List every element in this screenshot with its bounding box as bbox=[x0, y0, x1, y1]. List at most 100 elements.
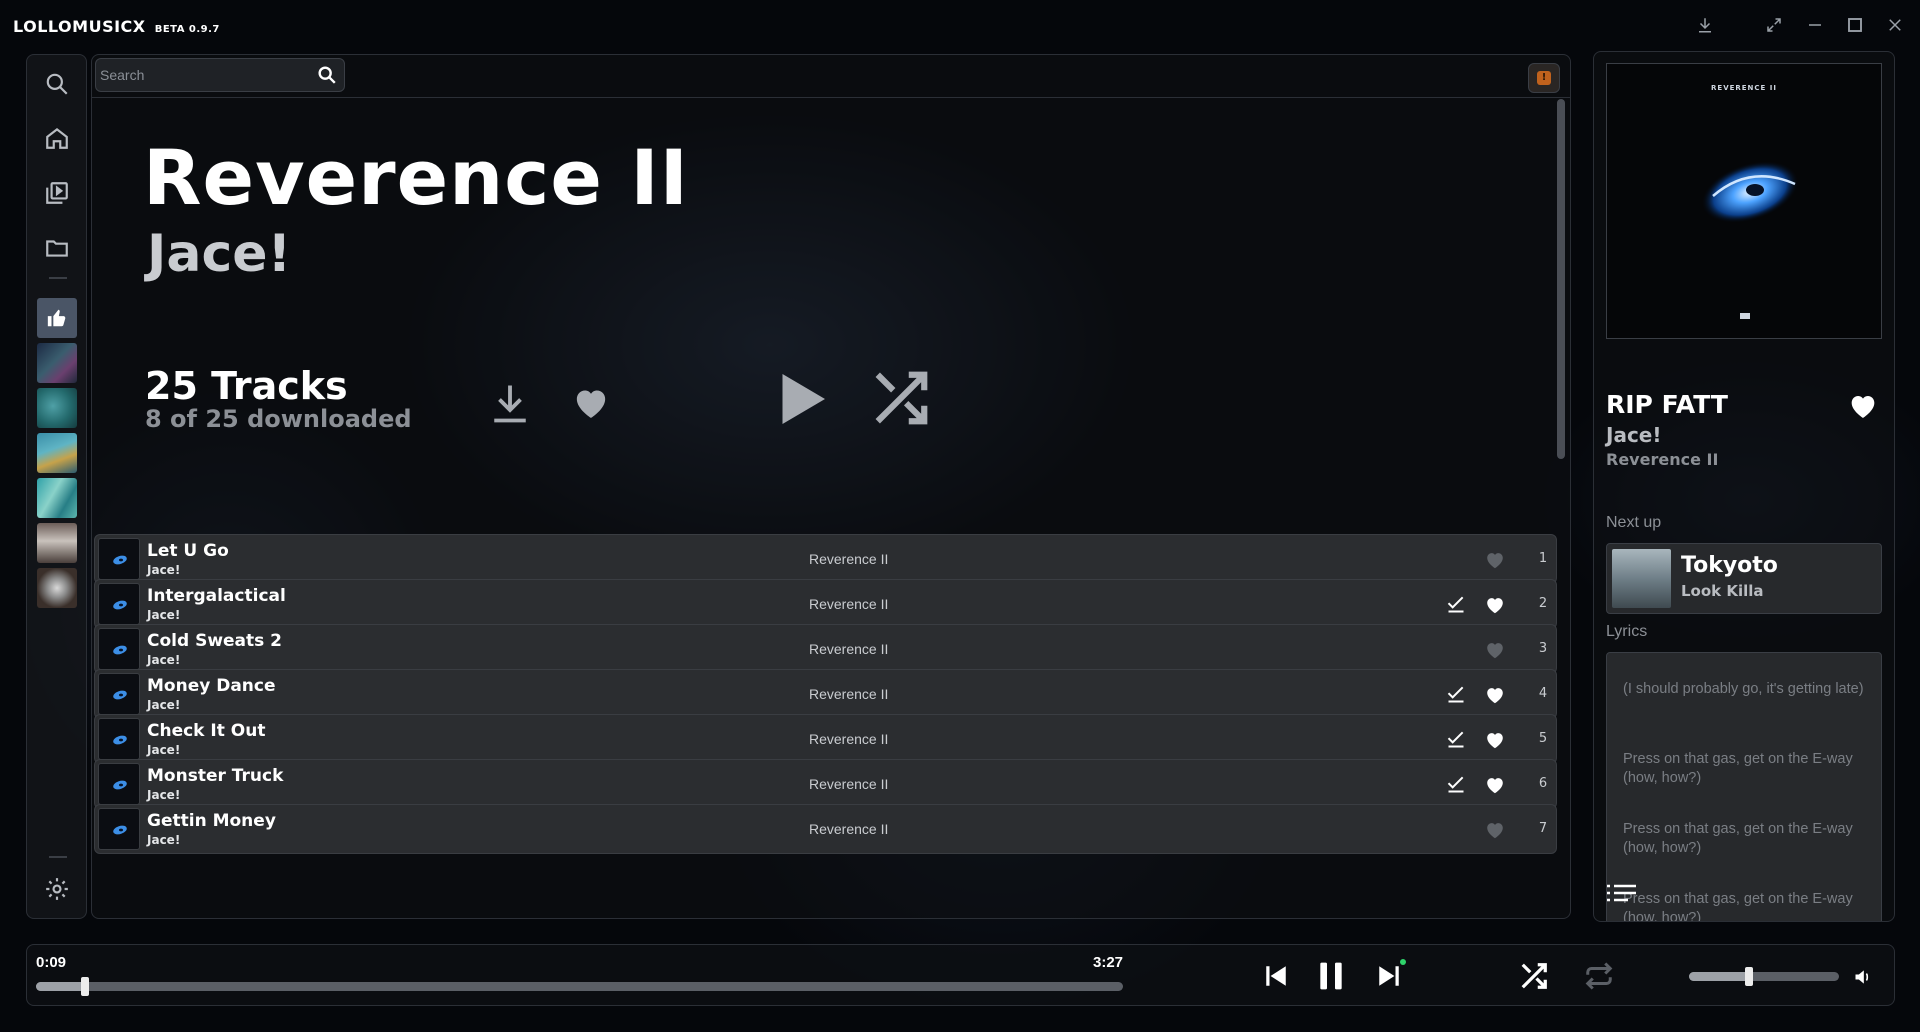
track-artist[interactable]: Jace! bbox=[147, 833, 180, 847]
folder-icon[interactable] bbox=[42, 233, 72, 263]
track-like-button[interactable] bbox=[1484, 549, 1506, 571]
notification-button[interactable]: ! bbox=[1528, 63, 1560, 93]
now-playing-album[interactable]: Reverence II bbox=[1606, 450, 1718, 469]
playlist-thumb-4[interactable] bbox=[37, 433, 77, 473]
track-row[interactable]: Let U Go Jace! Reverence II 1 bbox=[94, 534, 1557, 584]
track-like-button[interactable] bbox=[1484, 594, 1506, 616]
track-artist[interactable]: Jace! bbox=[147, 563, 180, 577]
alert-badge: ! bbox=[1537, 71, 1551, 85]
track-artist[interactable]: Jace! bbox=[147, 788, 180, 802]
track-artist[interactable]: Jace! bbox=[147, 698, 180, 712]
home-icon[interactable] bbox=[42, 123, 72, 153]
playlist-thumb-2[interactable] bbox=[37, 343, 77, 383]
heart-icon bbox=[1487, 688, 1503, 704]
track-like-button[interactable] bbox=[1484, 774, 1506, 796]
downloaded-check-icon bbox=[1446, 774, 1466, 794]
track-album[interactable]: Reverence II bbox=[809, 731, 888, 747]
track-album[interactable]: Reverence II bbox=[809, 596, 888, 612]
next-up-label: Next up bbox=[1606, 514, 1662, 531]
track-artist[interactable]: Jace! bbox=[147, 653, 180, 667]
track-like-button[interactable] bbox=[1484, 729, 1506, 751]
track-album[interactable]: Reverence II bbox=[809, 551, 888, 567]
track-title: Intergalactical bbox=[147, 586, 286, 606]
track-album[interactable]: Reverence II bbox=[809, 641, 888, 657]
lyric-line: Press on that gas, get on the E-way (how… bbox=[1623, 891, 1853, 922]
next-up-card[interactable]: Tokyoto Look Killa bbox=[1606, 543, 1882, 614]
track-artist[interactable]: Jace! bbox=[147, 608, 180, 622]
close-icon[interactable] bbox=[1882, 12, 1908, 38]
seek-handle[interactable] bbox=[80, 977, 89, 996]
shuffle-album-button[interactable] bbox=[870, 367, 932, 429]
track-row[interactable]: Check It Out Jace! Reverence II 5 bbox=[94, 714, 1557, 764]
sidebar-divider bbox=[49, 277, 67, 279]
search-icon[interactable] bbox=[42, 69, 72, 99]
download-album-button[interactable] bbox=[489, 381, 531, 425]
maximize-icon[interactable] bbox=[1842, 12, 1868, 38]
track-thumbnail bbox=[98, 538, 140, 580]
heart-icon bbox=[1487, 598, 1503, 614]
repeat-button[interactable] bbox=[1584, 961, 1614, 991]
app-name: LOLLOMUSICX bbox=[13, 17, 146, 36]
next-up-title: Tokyoto bbox=[1681, 553, 1778, 578]
track-title: Gettin Money bbox=[147, 811, 276, 831]
track-album[interactable]: Reverence II bbox=[809, 686, 888, 702]
track-thumbnail bbox=[98, 763, 140, 805]
track-row[interactable]: Money Dance Jace! Reverence II 4 bbox=[94, 669, 1557, 719]
album-artist[interactable]: Jace! bbox=[147, 228, 291, 280]
volume-icon[interactable] bbox=[1853, 967, 1873, 987]
track-like-button[interactable] bbox=[1484, 639, 1506, 661]
track-artist[interactable]: Jace! bbox=[147, 743, 180, 757]
search-submit-icon[interactable] bbox=[316, 64, 338, 86]
shuffle-button[interactable] bbox=[1519, 961, 1549, 991]
shuffle-icon bbox=[1521, 963, 1547, 989]
playlist-thumb-5[interactable] bbox=[37, 478, 77, 518]
settings-icon[interactable] bbox=[42, 874, 72, 904]
track-row[interactable]: Monster Truck Jace! Reverence II 6 bbox=[94, 759, 1557, 809]
repeat-icon bbox=[1585, 962, 1613, 990]
downloaded-check-icon bbox=[1446, 594, 1466, 614]
track-thumbnail bbox=[98, 628, 140, 670]
heart-icon bbox=[1487, 643, 1503, 659]
volume-handle[interactable] bbox=[1745, 967, 1753, 986]
track-thumbnail bbox=[98, 583, 140, 625]
scrollbar[interactable] bbox=[1557, 99, 1565, 914]
app-version: BETA 0.9.7 bbox=[154, 24, 220, 35]
lyrics-label: Lyrics bbox=[1606, 623, 1648, 640]
minimize-icon[interactable] bbox=[1802, 12, 1828, 38]
lyrics-list-icon[interactable] bbox=[1606, 882, 1638, 908]
playlist-thumb-3[interactable] bbox=[37, 388, 77, 428]
playlist-thumb-7[interactable] bbox=[37, 568, 77, 608]
now-playing-panel: REVERENCE II RIP FATT Jace! Reverence II… bbox=[1593, 51, 1895, 922]
lyrics-box[interactable]: (I should probably go, it's getting late… bbox=[1606, 652, 1882, 922]
now-playing-artist[interactable]: Jace! bbox=[1606, 423, 1661, 447]
now-playing-like-button[interactable] bbox=[1847, 390, 1879, 422]
skip-next-icon bbox=[1379, 966, 1399, 986]
volume-slider[interactable] bbox=[1689, 967, 1839, 986]
elapsed-time: 0:09 bbox=[36, 954, 67, 971]
track-row[interactable]: Gettin Money Jace! Reverence II 7 bbox=[94, 804, 1557, 854]
pause-button[interactable] bbox=[1314, 960, 1348, 992]
playlist-liked-songs[interactable] bbox=[37, 298, 77, 338]
album-cover: REVERENCE II bbox=[1606, 63, 1882, 339]
download-icon[interactable] bbox=[1692, 12, 1718, 38]
search-input[interactable] bbox=[100, 59, 310, 91]
track-row[interactable]: Intergalactical Jace! Reverence II 2 bbox=[94, 579, 1557, 629]
playlist-thumb-6[interactable] bbox=[37, 523, 77, 563]
seek-bar[interactable] bbox=[36, 977, 1123, 996]
track-row[interactable]: Cold Sweats 2 Jace! Reverence II 3 bbox=[94, 624, 1557, 674]
scrollbar-thumb[interactable] bbox=[1557, 99, 1565, 459]
track-title: Money Dance bbox=[147, 676, 276, 696]
track-like-button[interactable] bbox=[1484, 684, 1506, 706]
fullscreen-icon[interactable] bbox=[1761, 12, 1787, 38]
play-album-button[interactable] bbox=[770, 366, 830, 432]
next-track-button[interactable] bbox=[1376, 963, 1402, 989]
cover-mark bbox=[1740, 313, 1750, 319]
track-count: 25 Tracks bbox=[145, 364, 348, 408]
previous-track-button[interactable] bbox=[1263, 963, 1289, 989]
like-album-button[interactable] bbox=[569, 383, 613, 423]
track-album[interactable]: Reverence II bbox=[809, 776, 888, 792]
track-album[interactable]: Reverence II bbox=[809, 821, 888, 837]
library-icon[interactable] bbox=[42, 178, 72, 208]
track-title: Let U Go bbox=[147, 541, 229, 561]
track-like-button[interactable] bbox=[1484, 819, 1506, 841]
